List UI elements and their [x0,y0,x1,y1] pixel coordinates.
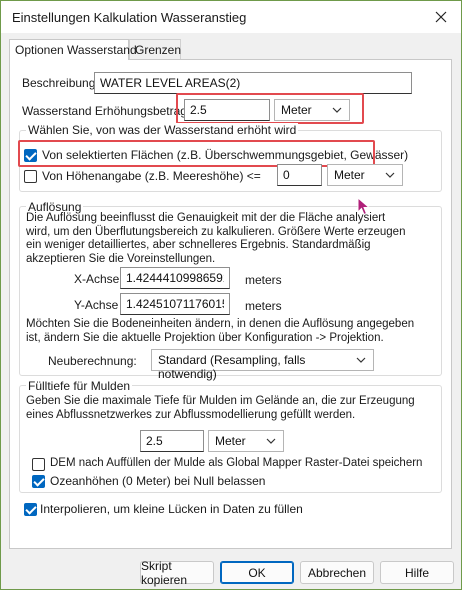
select-value: Standard (Resampling, falls notwendig) [158,353,306,381]
note-line: Möchten Sie die Bodeneinheiten ändern, i… [26,318,415,330]
interpolate-checkbox[interactable] [24,503,37,516]
settings-dialog: Einstellungen Kalkulation Wasseranstieg … [0,0,462,590]
resolution-description: Die Auflösung beeinflusst die Genauigkei… [26,212,405,266]
y-axis-unit: meters [245,299,282,313]
selected-areas-checkbox[interactable] [24,149,37,162]
chevron-down-icon [266,438,276,444]
y-axis-input[interactable] [120,293,230,315]
ocean-zero-label[interactable]: Ozeanhöhen (0 Meter) bei Null belassen [50,474,265,488]
chevron-down-icon [385,172,395,178]
ocean-zero-checkbox[interactable] [32,475,45,488]
close-icon [435,11,447,23]
button-label: Abbrechen [307,565,367,580]
description-label: Beschreibung [22,76,96,90]
desc-line: akzeptieren Sie die Voreinstellungen. [26,252,216,265]
desc-line: ein weniger detailliertes, aber schnelle… [26,239,371,251]
window-title: Einstellungen Kalkulation Wasseranstieg [12,10,247,25]
chevron-down-icon [332,107,342,113]
help-button[interactable]: Hilfe [380,561,454,584]
tab-label: Optionen Wasserstand [15,43,137,57]
ok-button[interactable]: OK [220,561,294,584]
increase-label: Wasserstand Erhöhungsbetrag [22,104,187,118]
elevation-unit-select[interactable]: Meter [327,164,403,186]
description-input[interactable] [94,72,412,94]
desc-line: eines Abflussnetzwerkes zur Abflussmodel… [26,408,356,421]
x-axis-unit: meters [245,273,282,287]
button-label: Skript kopieren [141,558,188,587]
fill-unit-select[interactable]: Meter [208,430,284,452]
options-panel: Beschreibung Wasserstand Erhöhungsbetrag… [9,59,452,549]
x-axis-input[interactable] [120,267,230,289]
title-bar[interactable]: Einstellungen Kalkulation Wasseranstieg [1,1,461,33]
source-group-label: Wählen Sie, von was der Wasserstand erhö… [26,123,299,137]
increase-value-input[interactable] [184,99,270,121]
save-dem-checkbox[interactable] [32,458,45,471]
elevation-label[interactable]: Von Höhenangabe (z.B. Meereshöhe) <= [42,169,261,183]
y-axis-label: Y-Achse [74,298,119,312]
interpolate-label[interactable]: Interpolieren, um kleine Lücken in Daten… [40,502,303,516]
fill-depth-input[interactable] [140,430,204,452]
elevation-checkbox[interactable] [24,170,37,183]
desc-line: Die Auflösung beeinflusst die Genauigkei… [26,212,386,224]
resample-select[interactable]: Standard (Resampling, falls notwendig) [151,349,374,381]
tab-label: Grenzen [135,43,182,57]
elevation-value-input[interactable] [277,164,322,186]
tab-optionen-wasserstand[interactable]: Optionen Wasserstand [9,39,137,60]
fill-group-label: Fülltiefe für Mulden [26,379,133,393]
select-value: Meter [215,434,246,448]
save-dem-label[interactable]: DEM nach Auffüllen der Mulde als Global … [50,457,422,469]
projection-note: Möchten Sie die Bodeneinheiten ändern, i… [26,318,414,345]
mouse-cursor-icon [357,197,371,216]
resample-label: Neuberechnung: [48,354,137,368]
fill-description: Geben Sie die maximale Tiefe für Mulden … [26,395,415,422]
select-value: Meter [281,103,312,117]
desc-line: Geben Sie die maximale Tiefe für Mulden … [26,395,415,407]
button-label: Hilfe [404,565,429,580]
desc-line: wird, um den Überflutungsbereich zu kalk… [26,225,406,238]
x-axis-label: X-Achse [74,272,120,286]
selected-areas-label[interactable]: Von selektierten Flächen (z.B. Überschwe… [42,148,408,162]
cancel-button[interactable]: Abbrechen [300,561,374,584]
copy-script-button[interactable]: Skript kopieren [140,558,214,587]
chevron-down-icon [356,357,366,363]
tab-grenzen[interactable]: Grenzen [129,39,181,59]
note-line: ist, ändern Sie die aktuelle Projektion … [26,331,384,344]
button-label: OK [248,565,266,580]
close-button[interactable] [429,5,453,29]
increase-unit-select[interactable]: Meter [274,99,350,121]
select-value: Meter [334,168,365,182]
